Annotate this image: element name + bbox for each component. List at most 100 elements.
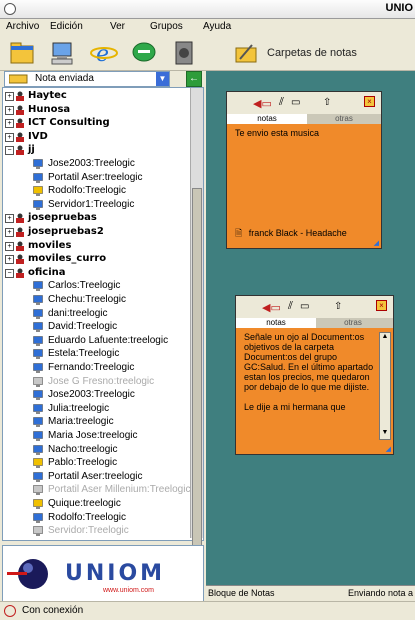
note-tabs: notas otras: [227, 114, 381, 124]
send-icon[interactable]: ◀▭: [262, 301, 281, 314]
group-icon: [16, 213, 24, 224]
contact-label: Servidor1:Treelogic: [48, 198, 135, 210]
monitor-icon: [33, 444, 43, 455]
chat-bubble-icon[interactable]: [130, 39, 158, 67]
send-icon[interactable]: ◀▭: [253, 97, 272, 110]
tab-otras[interactable]: otras: [309, 114, 379, 124]
back-arrow-button[interactable]: ←: [186, 71, 202, 87]
monitor-icon: [33, 403, 43, 414]
contact-label: Jose2003:Treelogic: [48, 158, 135, 169]
group-icon: [16, 132, 24, 142]
expand-icon[interactable]: +: [5, 228, 14, 237]
attachment-item[interactable]: 🗎 franck Black - Headache: [235, 226, 347, 242]
window-menu-icon[interactable]: [4, 3, 16, 15]
monitor-icon: [33, 308, 43, 319]
logo-url-text: www.uniom.com: [102, 587, 154, 594]
contact-label: Portatil Aser:treelogic: [48, 171, 143, 183]
note-card-2[interactable]: ◀▭ ⫽ ▭ ⇧ × notas otras Señale un ojo al …: [235, 295, 394, 455]
expand-icon[interactable]: +: [5, 255, 14, 265]
close-icon[interactable]: ×: [364, 96, 375, 107]
notes-folder-icon[interactable]: [232, 39, 260, 67]
contact-tree[interactable]: + Haytec + Hunosa + ICT Consulting + IVD − jj Jose…: [2, 87, 204, 541]
contact-label: Eduardo Lafuente:treelogic: [48, 334, 169, 346]
contact-label: Quique:treelogic: [48, 498, 121, 509]
menu-bar: Archivo Edición Ver Grupos Ayuda: [0, 19, 415, 35]
monitor-icon: [33, 390, 43, 401]
monitor-icon: [33, 322, 43, 333]
tab-otras[interactable]: otras: [318, 318, 388, 328]
computer-icon[interactable]: [48, 39, 76, 67]
scrollbar-thumb[interactable]: [192, 188, 202, 548]
group-label: moviles_curro: [28, 253, 107, 265]
connection-icon: [4, 605, 16, 617]
window-title: UNIO: [385, 2, 414, 14]
group-icon: [16, 105, 24, 115]
monitor-icon: [33, 172, 43, 183]
menu-ver[interactable]: Ver: [110, 21, 125, 32]
menu-edicion[interactable]: Edición: [50, 21, 83, 32]
notes-folders-label[interactable]: Carpetas de notas: [267, 47, 357, 59]
status-dropdown-value: Nota enviada: [35, 73, 94, 84]
contact-label: Portatil Aser Millenium:Treelogic: [48, 484, 191, 496]
contact-label: Estela:Treelogic: [48, 348, 120, 360]
resize-grip-icon[interactable]: ◢: [386, 445, 391, 453]
note-text[interactable]: Señale un ojo al Document:os objetivos d…: [244, 332, 379, 444]
notes-block-label[interactable]: Bloque de Notas: [208, 588, 275, 598]
group-icon: [16, 227, 24, 237]
monitor-icon: [33, 526, 43, 537]
sending-note-label: Enviando nota a: [348, 588, 414, 598]
status-bar: Con conexión: [0, 601, 415, 620]
scroll-down-icon[interactable]: ▼: [380, 429, 390, 439]
contact-label: Portatil Aser:treelogic: [48, 470, 143, 482]
expand-icon[interactable]: +: [5, 241, 14, 251]
collapse-icon[interactable]: −: [5, 268, 14, 278]
contact-label: Maria Jose:treelogic: [48, 430, 138, 441]
tree-scrollbar[interactable]: [190, 88, 203, 548]
attach-icon[interactable]: ⫽: [279, 96, 284, 109]
expand-icon[interactable]: +: [5, 92, 14, 101]
note-scrollbar[interactable]: ▲ ▼: [379, 332, 391, 440]
expand-icon[interactable]: +: [5, 132, 14, 142]
close-icon[interactable]: ×: [376, 300, 387, 311]
status-dropdown[interactable]: Nota enviada ▼: [4, 71, 170, 87]
server-icon[interactable]: [170, 39, 198, 67]
expand-icon[interactable]: +: [5, 119, 14, 129]
monitor-icon: [33, 417, 43, 428]
attach-icon[interactable]: ⫽: [288, 300, 293, 313]
folder-up-icon[interactable]: ⇧: [323, 97, 331, 108]
menu-archivo[interactable]: Archivo: [6, 21, 39, 32]
tab-notas[interactable]: notas: [236, 318, 316, 328]
group-icon: [16, 91, 24, 101]
group-label: oficina: [28, 266, 66, 278]
contact-label: Nacho:treelogic: [48, 443, 118, 455]
attachment-name: franck Black - Headache: [248, 228, 347, 238]
chevron-down-icon[interactable]: ▼: [156, 72, 169, 86]
contact-label: Jose2003:Treelogic: [48, 389, 135, 401]
copy-icon[interactable]: ▭: [300, 301, 309, 312]
expand-icon[interactable]: +: [5, 105, 14, 115]
group-icon: [16, 145, 24, 156]
internet-explorer-icon[interactable]: e: [90, 39, 118, 67]
monitor-icon: [33, 458, 43, 469]
monitor-icon: [33, 512, 43, 523]
tab-notas[interactable]: notas: [227, 114, 307, 124]
folder-up-icon[interactable]: ⇧: [334, 301, 342, 312]
scroll-up-icon[interactable]: ▲: [380, 333, 390, 343]
contact-label: Chechu:Treelogic: [48, 294, 127, 305]
note-toolbar: ◀▭ ⫽ ▭ ⇧ ×: [227, 92, 381, 114]
monitor-icon: [33, 186, 43, 197]
note-text[interactable]: Te envio esta musica: [235, 128, 367, 138]
expand-icon[interactable]: +: [5, 214, 14, 224]
menu-grupos[interactable]: Grupos: [150, 21, 183, 32]
copy-icon[interactable]: ▭: [291, 97, 300, 108]
file-icon: 🗎: [235, 228, 243, 238]
menu-ayuda[interactable]: Ayuda: [203, 21, 231, 32]
contact-label: Rodolfo:Treelogic: [48, 185, 127, 197]
contact-label: Fernando:Treelogic: [48, 362, 135, 373]
folder-icon[interactable]: [8, 39, 36, 67]
toolbar: e Carpetas de notas: [0, 36, 415, 71]
collapse-icon[interactable]: −: [5, 146, 14, 156]
resize-grip-icon[interactable]: ◢: [374, 239, 379, 247]
monitor-icon: [33, 159, 43, 169]
note-card-1[interactable]: ◀▭ ⫽ ▭ ⇧ × notas otras Te envio esta mus…: [226, 91, 382, 249]
